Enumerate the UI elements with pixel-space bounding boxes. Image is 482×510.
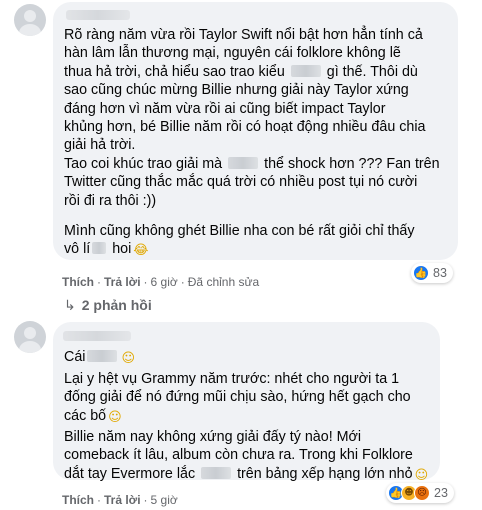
timestamp[interactable]: 5 giờ (151, 493, 178, 507)
comment-line: vô lí hoi 😂 (64, 240, 415, 258)
avatar[interactable] (14, 321, 46, 353)
redacted-word (290, 64, 321, 77)
comment-line: Billie năm nay không xứng giải đấy tý nà… (64, 429, 362, 445)
reply-button[interactable]: Trả lời (104, 275, 141, 289)
comment-line: giải hả trời. (64, 137, 136, 154)
redacted-word (228, 156, 259, 169)
view-replies-link[interactable]: ↳ 2 phản hồi (64, 297, 152, 314)
comment-line: đống giải để nó đứng mũi chịu sào, hứng … (64, 389, 411, 406)
author-name[interactable] (63, 331, 131, 341)
comment-line: khủng hơn, bé Billie năm rồi có hoạt độn… (64, 118, 426, 135)
like-icon: 👍 (413, 265, 429, 281)
comment-line: các bố ☺ (64, 407, 411, 425)
reaction-summary[interactable]: 👍 83 (411, 263, 453, 283)
like-button[interactable]: Thích (62, 275, 94, 289)
comment-text: Rõ ràng năm vừa rồi Taylor Swift nổi bật… (64, 26, 440, 210)
comment-line: đáng hơn vì năm vừa rồi ai cũng biết imp… (64, 100, 386, 117)
redacted-word (87, 350, 118, 362)
timestamp[interactable]: 6 giờ (151, 275, 178, 289)
comment-text: Cái ☺ (64, 348, 135, 366)
comment-line: dắt tay Evermore lắc trên bảng xếp hạng … (64, 465, 428, 483)
comment-text-second-paragraph: Mình cũng không ghét Billie nha con bé r… (64, 222, 415, 259)
comment-line: Rõ ràng năm vừa rồi Taylor Swift nổi bật… (64, 27, 423, 43)
like-button[interactable]: Thích (62, 493, 94, 507)
smile-emoji-icon: ☺ (108, 409, 122, 425)
reaction-count: 23 (434, 486, 448, 500)
comment-line: Tao coi khúc trao giải mà thể shock hơn … (64, 155, 440, 172)
comment-line: Twitter cũng thắc mắc quá trời có nhiều … (64, 174, 418, 191)
reaction-summary[interactable]: 👍 ☻ ☹ 23 (386, 483, 454, 503)
comment-line: Lại y hệt vụ Grammy năm trước: nhét cho … (64, 371, 400, 387)
comment-line: Mình cũng không ghét Billie nha con bé r… (64, 223, 415, 239)
comment-line: sao cũng chúc mừng Billie nhưng giải này… (64, 82, 409, 99)
comment-actions: Thích · Trả lời · 5 giờ (62, 493, 178, 507)
comment-line: rồi đi ra thôi :)) (64, 192, 157, 209)
reply-button[interactable]: Trả lời (104, 493, 141, 507)
comment-line: Cái ☺ (64, 348, 135, 366)
angry-icon: ☹ (414, 485, 430, 501)
reaction-count: 83 (433, 266, 447, 280)
comment-actions: Thích · Trả lời · 6 giờ · Đã chỉnh sửa (62, 275, 260, 289)
comment-text: Lại y hệt vụ Grammy năm trước: nhét cho … (64, 370, 411, 425)
edited-label: Đã chỉnh sửa (187, 275, 260, 289)
laughing-emoji-icon: 😂 (133, 243, 149, 259)
redacted-word (201, 466, 232, 479)
comment-text: Billie năm nay không xứng giải đấy tý nà… (64, 428, 428, 483)
smile-emoji-icon: ☺ (121, 351, 136, 366)
author-name[interactable] (66, 10, 130, 20)
reply-arrow-icon: ↳ (64, 298, 76, 314)
avatar[interactable] (14, 4, 46, 36)
comment-line: comeback ít lâu, album còn chưa ra. Tron… (64, 447, 413, 464)
comment-line: thua hả trời, chả hiểu sao trao kiểu gì … (64, 63, 418, 80)
redacted-word (92, 242, 107, 255)
comment-line: hàn lâm lẫn thương mại, nguyên cái folkl… (64, 45, 401, 62)
